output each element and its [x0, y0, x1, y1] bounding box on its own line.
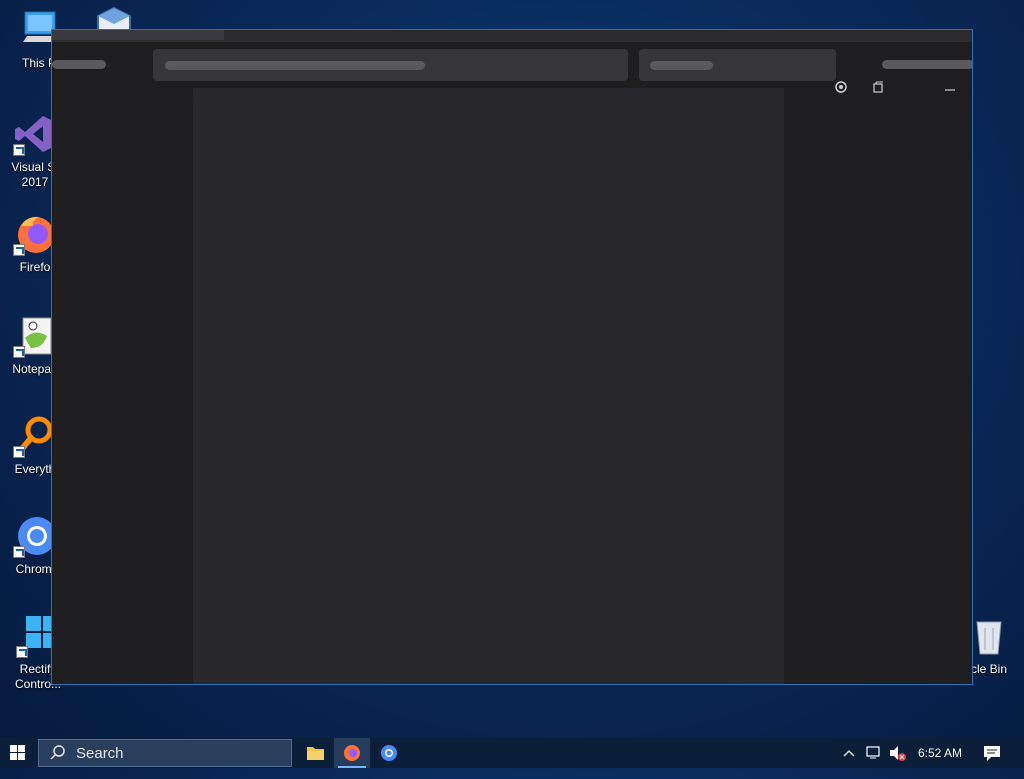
shortcut-arrow-icon	[16, 646, 28, 658]
address-text-placeholder	[165, 61, 425, 70]
folder-icon	[307, 747, 324, 760]
taskbar-search-box[interactable]: Search	[38, 739, 292, 767]
desktop: This P Visual St 2017	[0, 0, 1024, 738]
shortcut-arrow-icon	[13, 244, 25, 256]
search-text-placeholder	[650, 61, 713, 70]
taskbar: Search 6:52 AM	[0, 738, 1024, 768]
shortcut-arrow-icon	[13, 546, 25, 558]
taskbar-file-explorer[interactable]	[297, 738, 333, 768]
search-field-placeholder[interactable]	[639, 49, 836, 81]
restore-icon[interactable]	[870, 80, 886, 94]
network-disconnected-icon[interactable]	[864, 738, 884, 768]
shortcut-arrow-icon	[13, 446, 25, 458]
recycle-bin-icon	[967, 614, 1011, 658]
taskbar-firefox[interactable]	[334, 738, 370, 768]
search-icon	[49, 744, 67, 766]
shortcut-arrow-icon	[13, 346, 25, 358]
address-field-placeholder[interactable]	[153, 49, 628, 81]
show-hidden-icons-chevron-up-icon[interactable]	[842, 738, 858, 768]
taskbar-chromium[interactable]	[371, 738, 407, 768]
firefox-icon	[344, 745, 360, 761]
tab-strip-placeholder	[52, 30, 224, 40]
right-sidebar	[784, 98, 972, 684]
notifications-icon[interactable]	[982, 738, 1002, 768]
windows-logo-icon	[10, 745, 25, 760]
chromium-icon	[381, 745, 397, 761]
toolbar-right-placeholder	[882, 60, 972, 69]
left-sidebar	[52, 98, 193, 684]
toolbar-title-placeholder	[52, 60, 106, 69]
shortcut-arrow-icon	[13, 144, 25, 156]
account-icon[interactable]	[833, 80, 849, 94]
minimize-icon[interactable]	[942, 80, 958, 94]
volume-muted-icon[interactable]	[887, 738, 907, 768]
main-content-area	[193, 88, 784, 684]
app-window[interactable]	[51, 29, 973, 685]
title-bar[interactable]	[52, 30, 972, 42]
search-placeholder: Search	[76, 745, 124, 762]
start-button[interactable]	[0, 738, 36, 768]
clock[interactable]: 6:52 AM	[918, 738, 962, 768]
